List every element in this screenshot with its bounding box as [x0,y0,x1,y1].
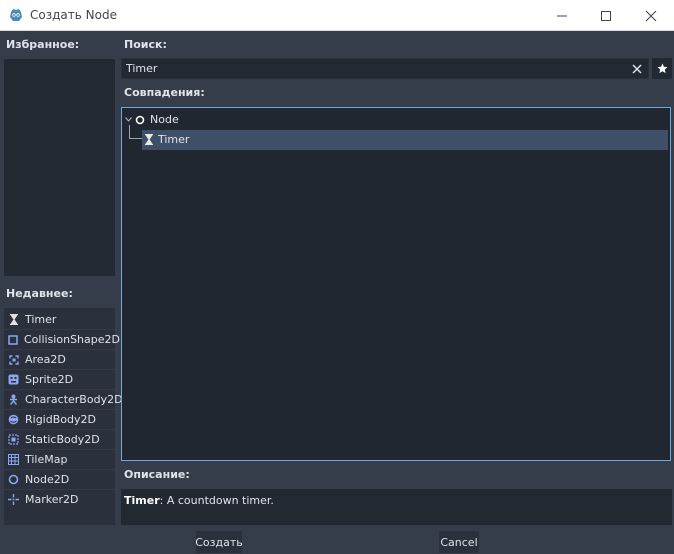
description-label: Описание: [124,468,190,481]
area-bracket-icon [8,354,19,365]
static-square-icon [8,434,19,445]
crosshair-icon [8,494,19,505]
square-outline-icon [8,334,18,345]
cancel-button[interactable]: Cancel [439,531,479,553]
godot-icon [8,7,24,23]
recent-item-timer[interactable]: Timer [4,309,115,329]
favorites-list[interactable] [4,59,115,276]
tree-item-label: Timer [158,133,190,146]
circle-icon [8,474,19,485]
search-input[interactable] [124,60,628,77]
tree-item-timer[interactable]: Timer [142,130,668,150]
minimize-button[interactable] [539,0,585,31]
star-icon [657,63,667,74]
recent-item-sprite2d[interactable]: Sprite2D [4,369,115,389]
close-icon [632,64,642,74]
maximize-icon [601,10,611,21]
recent-item-tilemap[interactable]: TileMap [4,449,115,469]
rigid-ball-icon [8,414,19,425]
description-term: Timer [124,494,160,507]
recent-item-staticbody2d[interactable]: StaticBody2D [4,429,115,449]
chevron-down-icon[interactable] [125,117,133,122]
window-titlebar: Создать Node [0,0,674,31]
character-icon [8,394,19,405]
hourglass-icon [144,134,154,148]
matches-tree[interactable]: Node Timer [121,107,671,461]
recent-item-node2d[interactable]: Node2D [4,469,115,489]
window-title: Создать Node [30,8,117,22]
description-panel: Timer: A countdown timer. [121,489,672,525]
matches-label: Совпадения: [124,86,205,99]
recent-item-marker2d[interactable]: Marker2D [4,489,115,509]
search-field [121,58,649,79]
hourglass-icon [8,313,19,325]
circle-icon [135,115,147,125]
recent-list: Timer CollisionShape2D Area2D Sprite2D C… [4,308,123,525]
clear-search-button[interactable] [630,62,644,76]
create-button[interactable]: Создать [195,531,243,553]
description-body: : A countdown timer. [159,494,274,507]
recent-label: Недавнее: [6,287,73,300]
recent-item-characterbody2d[interactable]: CharacterBody2D [4,389,123,409]
favorite-toggle-button[interactable] [652,58,672,79]
recent-item-area2d[interactable]: Area2D [4,349,115,369]
recent-item-rigidbody2d[interactable]: RigidBody2D [4,409,115,429]
sprite-face-icon [8,374,19,385]
maximize-button[interactable] [583,0,629,31]
favorites-label: Избранное: [6,38,80,51]
recent-item-collisionshape2d[interactable]: CollisionShape2D [4,329,120,349]
grid-icon [8,454,19,465]
close-button[interactable] [628,0,674,31]
description-text: Timer: A countdown timer. [124,494,274,507]
close-icon [645,10,657,21]
search-label: Поиск: [124,38,167,51]
minimize-icon [557,15,567,16]
tree-item-label: Node [150,113,179,126]
